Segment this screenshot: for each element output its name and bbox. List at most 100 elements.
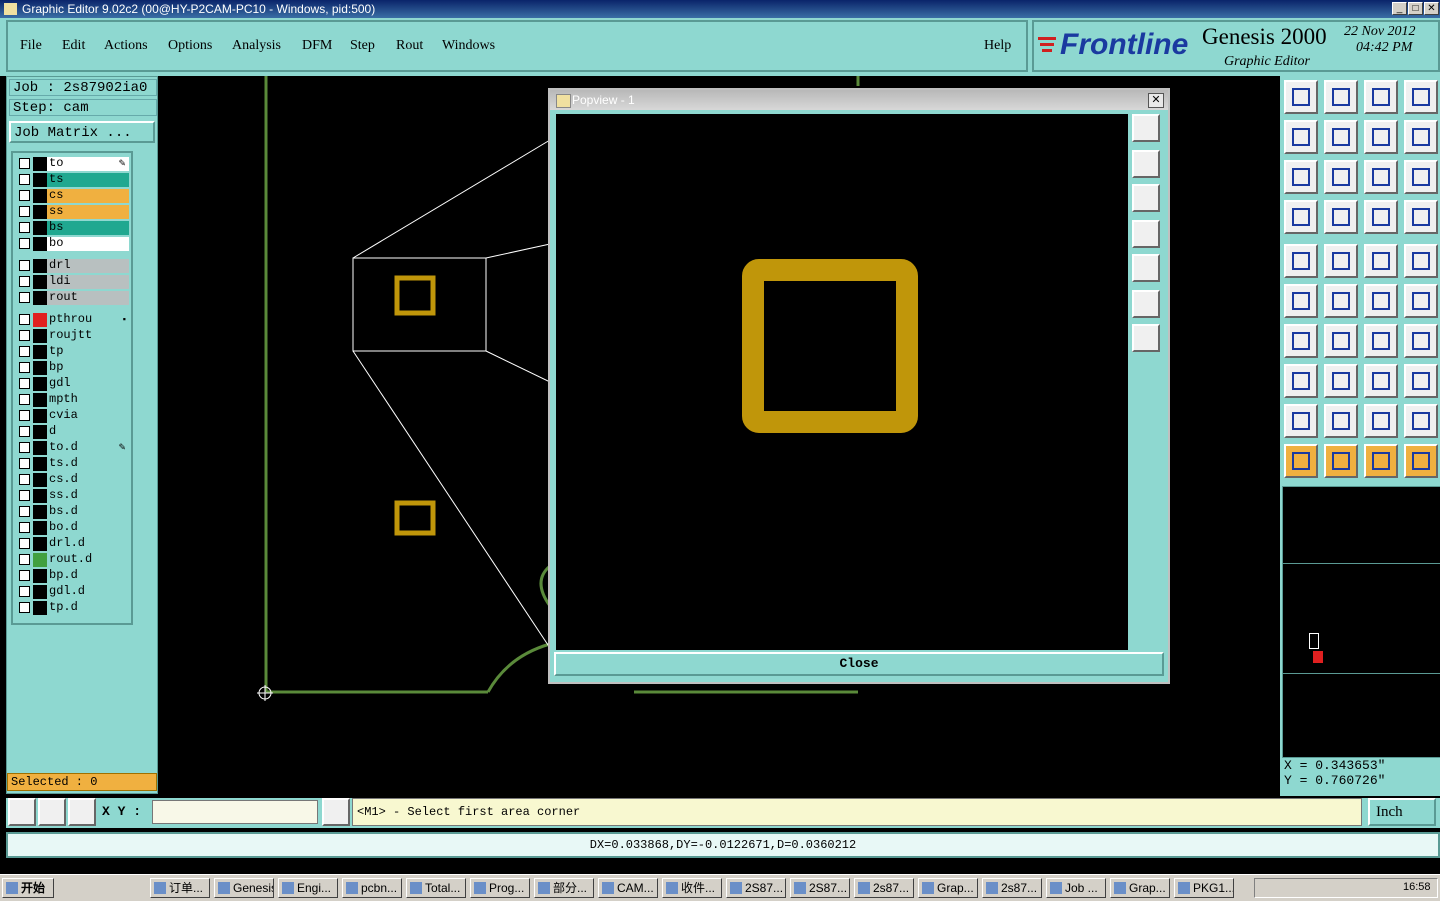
layer-row-bp[interactable]: bp [15,361,129,375]
layer-color-swatch[interactable] [33,221,47,235]
layer-checkbox[interactable] [19,570,30,581]
taskbar-item[interactable]: 收件... [662,878,722,898]
pad-square-1[interactable] [394,275,436,316]
popview-pan-up-icon[interactable] [1132,150,1160,178]
layer-color-swatch[interactable] [33,259,47,273]
popview-close-button[interactable]: Close [554,652,1164,676]
layer-color-swatch[interactable] [33,173,47,187]
popview-close-icon[interactable]: ✕ [1148,93,1164,108]
layer-row-to-d[interactable]: to.d ✎ [15,441,129,455]
menu-dfm[interactable]: DFM [302,38,332,54]
layer-color-swatch[interactable] [33,237,47,251]
layer-row-pthrou[interactable]: pthrou ▪ [15,313,129,327]
info-icon[interactable] [322,798,350,826]
grid-snap-icon[interactable] [68,798,96,826]
route-icon[interactable] [1404,444,1438,478]
menu-file[interactable]: File [20,38,42,54]
popview-pan-right-icon[interactable] [1132,254,1160,282]
taskbar-item[interactable]: Job ... [1046,878,1106,898]
layer-color-swatch[interactable] [33,409,47,423]
pad-square-2[interactable] [394,500,436,536]
layer-row-tp-d[interactable]: tp.d [15,601,129,615]
layer-checkbox[interactable] [19,314,30,325]
menu-help[interactable]: Help [984,38,1011,54]
layer-color-swatch[interactable] [33,393,47,407]
layer-row-ts-d[interactable]: ts.d [15,457,129,471]
layer-name[interactable]: ldi [47,275,129,289]
layer-name[interactable]: roujtt [47,329,129,343]
layer-checkbox[interactable] [19,586,30,597]
taskbar-item[interactable]: 2s87... [854,878,914,898]
layer-checkbox[interactable] [19,378,30,389]
add-line-icon[interactable] [1324,244,1358,278]
layer-checkbox[interactable] [19,602,30,613]
layer-name[interactable]: cs [47,189,129,203]
taskbar-item[interactable]: Grap... [918,878,978,898]
taskbar-item[interactable]: Engi... [278,878,338,898]
layer-name[interactable]: ts [47,173,129,187]
layer-color-swatch[interactable] [33,505,47,519]
layer-checkbox[interactable] [19,260,30,271]
layer-row-mpth[interactable]: mpth [15,393,129,407]
query-icon[interactable] [1404,160,1438,194]
layer-checkbox[interactable] [19,490,30,501]
popview-titlebar[interactable]: Popview - 1 ✕ [550,90,1168,110]
menu-analysis[interactable]: Analysis [232,38,281,54]
ruler-icon[interactable] [1364,244,1398,278]
layer-row-bo-d[interactable]: bo.d [15,521,129,535]
layer-checkbox[interactable] [19,554,30,565]
triangle-fill-icon[interactable] [1324,404,1358,438]
layer-checkbox[interactable] [19,276,30,287]
layer-checkbox[interactable] [19,442,30,453]
select-alt-icon[interactable] [1364,444,1398,478]
zoom-fit-icon[interactable] [1284,160,1318,194]
taskbar-item[interactable]: 2s87... [982,878,1042,898]
layer-checkbox[interactable] [19,362,30,373]
layer-name[interactable]: bs [47,221,129,235]
redraw-icon[interactable] [1404,120,1438,154]
taskbar-item[interactable]: Grap... [1110,878,1170,898]
layer-checkbox[interactable] [19,506,30,517]
layer-color-swatch[interactable] [33,489,47,503]
layer-row-ts[interactable]: ts [15,173,129,187]
select-icon[interactable] [1324,444,1358,478]
layer-color-swatch[interactable] [33,569,47,583]
menu-edit[interactable]: Edit [62,38,85,54]
popview-pan-left-icon[interactable] [1132,220,1160,248]
save-icon[interactable] [1324,80,1358,114]
taskbar-item[interactable]: 订单... [150,878,210,898]
layer-name[interactable]: gdl [47,377,129,391]
layer-color-swatch[interactable] [33,345,47,359]
layer-name[interactable]: to [47,157,129,171]
layer-name[interactable]: bo [47,237,129,251]
layer-color-swatch[interactable] [33,377,47,391]
layer-checkbox[interactable] [19,190,30,201]
layer-name[interactable]: bo.d [47,521,129,535]
layer-checkbox[interactable] [19,292,30,303]
copy-icon[interactable] [1404,284,1438,318]
layer-color-swatch[interactable] [33,537,47,551]
home-icon[interactable] [1364,80,1398,114]
job-matrix-button[interactable]: Job Matrix ... [9,121,155,143]
layer-name[interactable]: ts.d [47,457,129,471]
grid-icon[interactable] [1324,200,1358,234]
menu-step[interactable]: Step [350,38,375,54]
zoom-home-icon[interactable] [1324,160,1358,194]
arc-icon[interactable] [1364,324,1398,358]
layer-name[interactable]: pthrou [47,313,129,327]
taskbar-item[interactable]: pcbn... [342,878,402,898]
layer-color-swatch[interactable] [33,601,47,615]
layer-checkbox[interactable] [19,458,30,469]
layer-name[interactable]: d [47,425,129,439]
pan-right-icon[interactable] [1324,120,1358,154]
minus-icon[interactable] [1324,364,1358,398]
layer-checkbox[interactable] [19,222,30,233]
layer-row-rout-d[interactable]: rout.d [15,553,129,567]
popview-pan-down-icon[interactable] [1132,184,1160,212]
undo-zoom-icon[interactable] [1364,120,1398,154]
layer-checkbox[interactable] [19,346,30,357]
layer-color-swatch[interactable] [33,157,47,171]
taskbar-item[interactable]: 2S87... [790,878,850,898]
popview-zoom-out-icon[interactable] [1132,324,1160,352]
xy-input[interactable] [152,800,318,824]
